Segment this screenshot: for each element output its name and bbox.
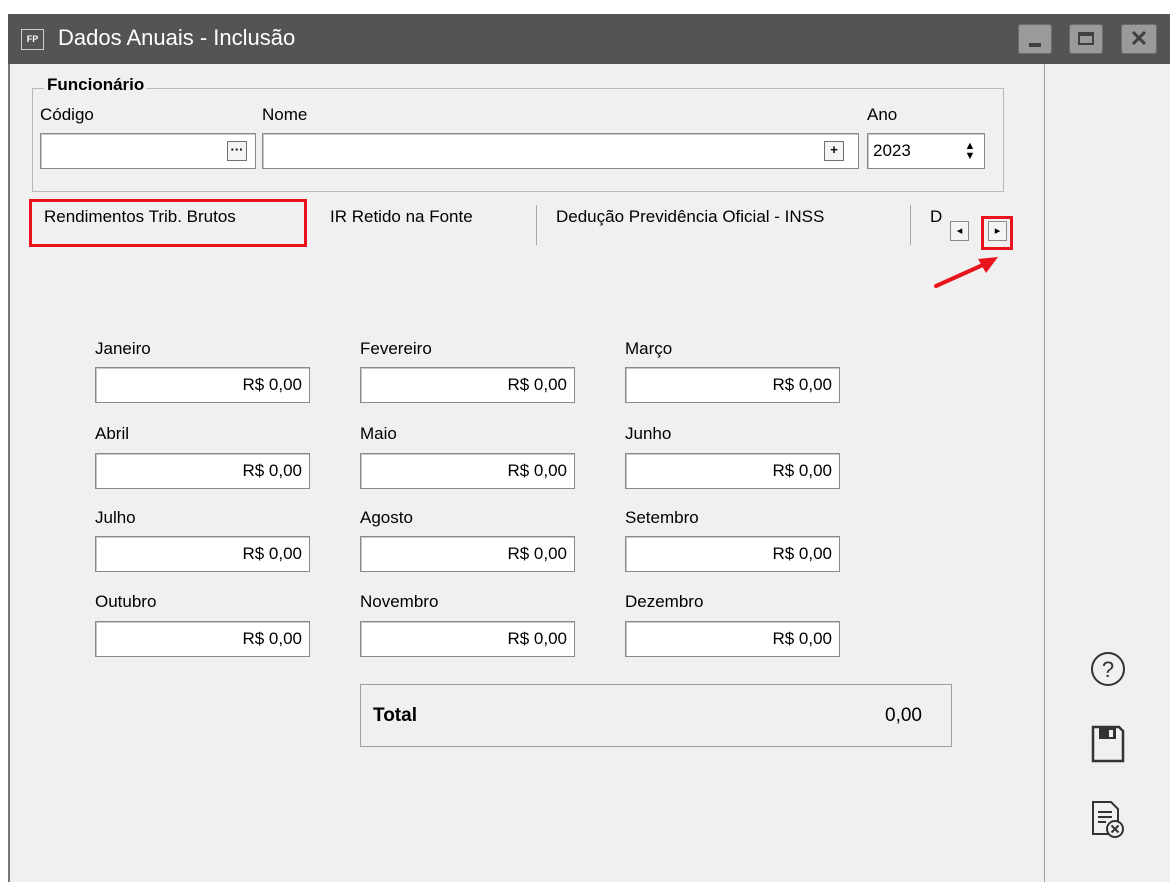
tab-scroll-left-button[interactable]: ◂ — [950, 221, 969, 241]
nome-label: Nome — [262, 105, 308, 124]
maximize-icon — [1078, 32, 1094, 45]
month-value: R$ 0,00 — [772, 461, 832, 480]
window-title: Dados Anuais - Inclusão — [58, 25, 296, 50]
month-value: R$ 0,00 — [772, 629, 832, 648]
svg-text:?: ? — [1102, 657, 1114, 682]
main-panel: Funcionário Código ··· Nome + Ano 2023 ▲… — [8, 64, 1044, 882]
cancel-document-icon[interactable] — [1090, 799, 1126, 841]
tab-separator — [910, 205, 911, 245]
maximize-button[interactable] — [1069, 24, 1103, 54]
close-icon: ✕ — [1129, 26, 1149, 51]
month-field-outubro[interactable]: R$ 0,00 — [95, 621, 310, 657]
month-field-marco[interactable]: R$ 0,00 — [625, 367, 840, 403]
red-arrow-annotation — [934, 257, 998, 288]
scroll-right-highlight-box — [981, 216, 1013, 250]
codigo-lookup-button[interactable]: ··· — [227, 141, 247, 161]
month-field-setembro[interactable]: R$ 0,00 — [625, 536, 840, 572]
total-value: 0,00 — [885, 705, 922, 726]
ano-label: Ano — [867, 105, 898, 124]
funcionario-group-title: Funcionário — [44, 75, 148, 95]
month-label: Novembro — [360, 592, 439, 611]
month-value: R$ 0,00 — [242, 629, 302, 648]
minimize-icon — [1029, 43, 1041, 47]
total-label: Total — [373, 705, 417, 726]
month-value: R$ 0,00 — [772, 375, 832, 394]
month-label: Fevereiro — [360, 339, 432, 358]
ano-value: 2023 — [873, 141, 911, 160]
month-value: R$ 0,00 — [242, 544, 302, 563]
month-value: R$ 0,00 — [507, 544, 567, 563]
month-label: Setembro — [625, 508, 699, 527]
month-field-maio[interactable]: R$ 0,00 — [360, 453, 575, 489]
month-field-fevereiro[interactable]: R$ 0,00 — [360, 367, 575, 403]
month-value: R$ 0,00 — [507, 461, 567, 480]
month-field-agosto[interactable]: R$ 0,00 — [360, 536, 575, 572]
month-label: Julho — [95, 508, 136, 527]
codigo-field[interactable]: ··· — [40, 133, 256, 169]
month-label: Outubro — [95, 592, 157, 611]
month-field-dezembro[interactable]: R$ 0,00 — [625, 621, 840, 657]
month-label: Janeiro — [95, 339, 151, 358]
month-value: R$ 0,00 — [772, 544, 832, 563]
help-icon[interactable]: ? — [1088, 649, 1128, 689]
month-label: Junho — [625, 424, 672, 443]
tab-separator — [536, 205, 537, 245]
ano-spinner[interactable]: ▲ ▼ — [960, 141, 980, 163]
month-field-julho[interactable]: R$ 0,00 — [95, 536, 310, 572]
spin-down-icon[interactable]: ▼ — [960, 151, 980, 162]
month-value: R$ 0,00 — [242, 375, 302, 394]
month-label: Março — [625, 339, 673, 358]
month-value: R$ 0,00 — [507, 629, 567, 648]
window: FP Dados Anuais - Inclusão ✕ Funcionário… — [8, 14, 1170, 882]
tab-highlight-box — [29, 199, 307, 247]
app-icon: FP — [21, 29, 44, 50]
title-bar[interactable]: FP Dados Anuais - Inclusão ✕ — [8, 14, 1170, 64]
side-toolbar: ? — [1044, 64, 1170, 882]
ano-field[interactable]: 2023 ▲ ▼ — [867, 133, 985, 169]
minimize-button[interactable] — [1018, 24, 1052, 54]
month-value: R$ 0,00 — [507, 375, 567, 394]
month-label: Dezembro — [625, 592, 704, 611]
codigo-label: Código — [40, 105, 94, 124]
month-label: Abril — [95, 424, 130, 443]
month-label: Maio — [360, 424, 397, 443]
close-button[interactable]: ✕ — [1121, 24, 1157, 54]
save-icon[interactable] — [1090, 724, 1126, 764]
nome-add-button[interactable]: + — [824, 141, 844, 161]
month-field-janeiro[interactable]: R$ 0,00 — [95, 367, 310, 403]
tab-truncated[interactable]: D — [930, 207, 942, 227]
tab-deducao-inss[interactable]: Dedução Previdência Oficial - INSS — [556, 207, 824, 227]
month-label: Agosto — [360, 508, 413, 527]
month-value: R$ 0,00 — [242, 461, 302, 480]
total-box: Total 0,00 — [360, 684, 952, 747]
month-field-junho[interactable]: R$ 0,00 — [625, 453, 840, 489]
tab-ir-retido[interactable]: IR Retido na Fonte — [330, 207, 473, 227]
month-field-abril[interactable]: R$ 0,00 — [95, 453, 310, 489]
nome-field[interactable]: + — [262, 133, 859, 169]
month-field-novembro[interactable]: R$ 0,00 — [360, 621, 575, 657]
